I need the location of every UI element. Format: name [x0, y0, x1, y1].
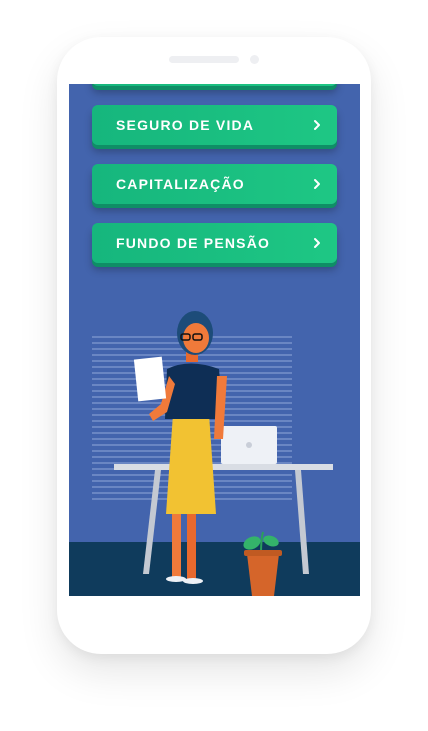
plant: [243, 531, 282, 596]
phone-camera: [250, 55, 259, 64]
phone-frame: SEGURO DE VIDA CAPITALIZAÇÃO FUNDO DE PE…: [57, 37, 371, 654]
laptop: [221, 426, 277, 464]
office-woman-illustration: [92, 311, 333, 596]
phone-speaker: [169, 56, 239, 63]
app-screen: SEGURO DE VIDA CAPITALIZAÇÃO FUNDO DE PE…: [69, 84, 360, 596]
